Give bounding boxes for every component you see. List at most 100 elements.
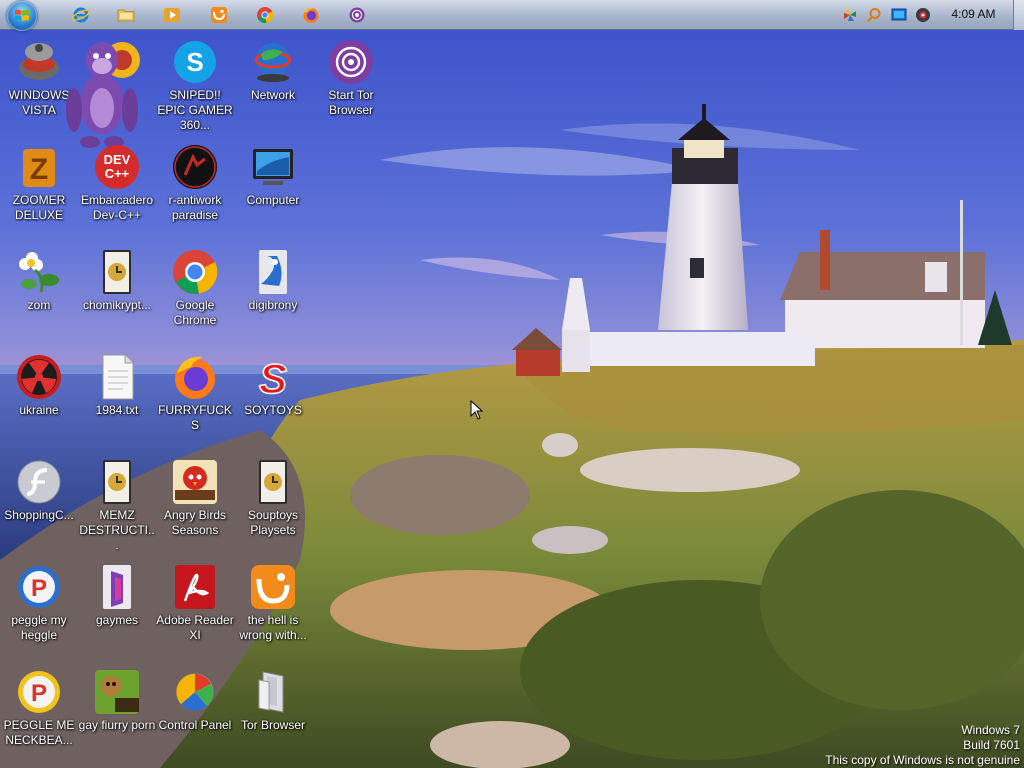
antiwork-icon <box>173 145 217 189</box>
control-panel-icon <box>176 673 214 711</box>
desktop-icon-network[interactable]: Network <box>234 38 312 138</box>
desktop-icon-soytoys[interactable]: S SOYTOYS <box>234 353 312 453</box>
desktop-icon-memz[interactable]: MEMZ DESTRUCTI... <box>78 458 156 558</box>
uc-browser-icon[interactable] <box>210 6 228 24</box>
desktop-icon-label: Embarcadero Dev-C++ <box>80 193 154 222</box>
desktop-icon-label: ZOOMER DELUXE <box>12 193 66 222</box>
zoomer-icon: Z <box>23 149 55 187</box>
flower-icon <box>19 252 59 293</box>
desktop-icon-label: Adobe Reader XI <box>156 613 234 642</box>
purple-gorilla-icon[interactable] <box>60 38 144 152</box>
desktop-icon-label: PEGGLE ME NECKBEA... <box>3 718 75 747</box>
desktop-icon-google-chrome[interactable]: Google Chrome <box>156 248 234 348</box>
peggle-icon: P <box>18 671 60 713</box>
desktop-icon-peggle-me-neckbea[interactable]: P PEGGLE ME NECKBEA... <box>0 668 78 768</box>
search-icon[interactable] <box>866 7 882 23</box>
svg-text:P: P <box>31 575 47 602</box>
desktop-icon-devcpp[interactable]: DEV C++ Embarcadero Dev-C++ <box>78 143 156 243</box>
folder-icon[interactable] <box>117 6 135 24</box>
desktop-icon-label: ukraine <box>19 403 59 417</box>
uc-browser-icon <box>251 565 295 609</box>
media-player-icon[interactable] <box>163 6 181 24</box>
desktop-icon-label: Start Tor Browser <box>328 88 374 117</box>
desktop-icon-antiwork[interactable]: r-antiwork paradise <box>156 143 234 243</box>
box-icon <box>95 670 139 714</box>
desktop-icon-label: gaymes <box>95 613 139 627</box>
svg-text:S: S <box>186 47 203 77</box>
internet-explorer-icon[interactable] <box>72 6 90 24</box>
clock[interactable]: 4:09 AM <box>951 7 996 21</box>
watermark-build: Build 7601 <box>963 738 1020 752</box>
clock-file-icon <box>103 250 131 294</box>
desktop-icon-label: ShoppingC... <box>4 508 74 522</box>
svg-text:S: S <box>259 355 287 401</box>
watermark-os: Windows 7 <box>961 723 1020 737</box>
desktop-icon-1984-txt[interactable]: 1984.txt <box>78 353 156 453</box>
desktop-icon-label: Souptoys Playsets <box>247 508 299 537</box>
radiation-icon <box>17 355 61 399</box>
desktop-icon-label: chomikrypt... <box>82 298 151 312</box>
desktop-icon-chomikrypt[interactable]: chomikrypt... <box>78 248 156 348</box>
desktop-icon-box[interactable]: gay fiurry porn <box>78 668 156 768</box>
chrome-icon[interactable] <box>256 6 274 24</box>
desktop-icon-the-hell-is-wrong[interactable]: the hell is wrong with... <box>234 563 312 663</box>
peggle-icon: P <box>18 566 60 608</box>
desktop-icon-label: Angry Birds Seasons <box>163 508 227 537</box>
desktop-icon-zom[interactable]: zom <box>0 248 78 348</box>
network-icon <box>254 43 292 82</box>
desktop-icon-label: Google Chrome <box>173 298 217 327</box>
pinwheel-icon[interactable] <box>842 7 858 23</box>
show-desktop-button[interactable] <box>1013 0 1024 30</box>
desktop-icon-gaymes[interactable]: gaymes <box>78 563 156 663</box>
desktop-icon-control-panel[interactable]: Control Panel <box>156 668 234 768</box>
chrome-icon <box>173 250 218 294</box>
flash-icon <box>17 460 61 504</box>
desktop-icon-label: gay fiurry porn <box>78 718 156 732</box>
clock-file-icon <box>103 460 131 504</box>
tor-start-icon <box>329 40 373 84</box>
desktop-icon-zoomer-deluxe[interactable]: Z ZOOMER DELUXE <box>0 143 78 243</box>
screen-icon[interactable] <box>891 7 907 23</box>
desktop-icon-label: the hell is wrong with... <box>239 613 307 642</box>
text-file-icon <box>102 354 134 400</box>
svg-text:C++: C++ <box>105 166 130 181</box>
desktop-icon-computer[interactable]: Computer <box>234 143 312 243</box>
desktop-icon-label: Control Panel <box>158 718 232 732</box>
watermark-genuine-notice: This copy of Windows is not genuine <box>825 753 1020 767</box>
desktop-icon-souptoys[interactable]: Souptoys Playsets <box>234 458 312 558</box>
desktop-icon-shoppingc[interactable]: ShoppingC... <box>0 458 78 558</box>
desktop-icon-label: Computer <box>246 193 300 207</box>
firefox-icon[interactable] <box>302 6 320 24</box>
desktop-icon-label: SNIPED!! EPIC GAMER 360... <box>157 88 233 132</box>
skype-icon: S <box>174 41 216 83</box>
firefox-icon <box>175 356 215 399</box>
speaker-icon[interactable] <box>915 7 931 23</box>
svg-text:P: P <box>31 680 47 707</box>
games-icon <box>103 565 131 609</box>
desktop-icon-label: digibrony <box>248 298 298 312</box>
desktop-icon-angry-birds[interactable]: Angry Birds Seasons <box>156 458 234 558</box>
devcpp-icon: DEV C++ <box>95 145 139 189</box>
desktop-icon-ukraine[interactable]: ukraine <box>0 353 78 453</box>
desktop-icon-label: peggle my heggle <box>11 613 67 642</box>
desktop-icon-label: SOYTOYS <box>244 403 302 417</box>
computer-icon <box>253 149 293 185</box>
desktop-icon-adobe-reader[interactable]: Adobe Reader XI <box>156 563 234 663</box>
desktop-icon-label: Tor Browser <box>240 718 305 732</box>
adobe-reader-icon <box>175 565 215 609</box>
desktop-icon-start-tor-browser[interactable]: Start Tor Browser <box>312 38 390 138</box>
desktop-icon-sniped[interactable]: S SNIPED!! EPIC GAMER 360... <box>156 38 234 138</box>
windows-logo-icon <box>15 9 29 21</box>
windows-watermark: Windows 7 Build 7601 This copy of Window… <box>825 723 1020 768</box>
desktop-icon-furryfucks[interactable]: FURRYFUCKS <box>156 353 234 453</box>
vista-icon <box>19 43 59 80</box>
tor-icon[interactable] <box>348 6 366 24</box>
angry-birds-icon <box>173 460 217 504</box>
svg-text:DEV: DEV <box>104 152 131 167</box>
desktop-icon-label: Network <box>250 88 295 102</box>
desktop-icon-label: 1984.txt <box>95 403 139 417</box>
start-button[interactable] <box>7 1 37 31</box>
desktop-icon-tor-browser[interactable]: Tor Browser <box>234 668 312 768</box>
desktop-icon-digibrony[interactable]: digibrony <box>234 248 312 348</box>
desktop-icon-peggle-my-heggle[interactable]: P peggle my heggle <box>0 563 78 663</box>
